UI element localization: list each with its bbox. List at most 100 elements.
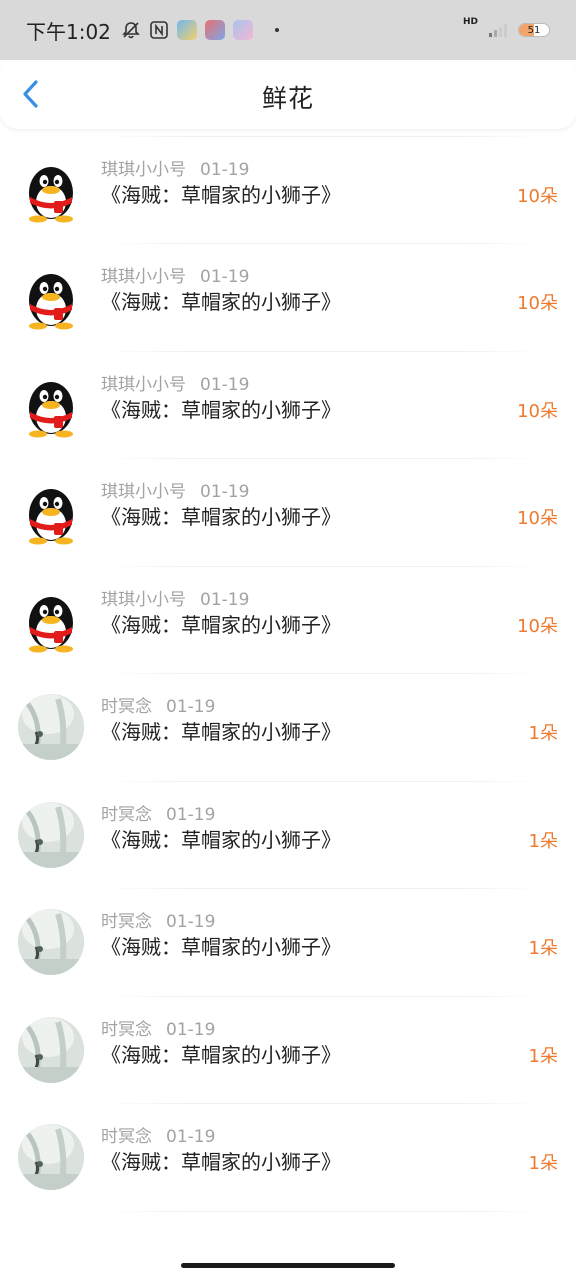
nav-header: 鲜花 bbox=[0, 57, 576, 129]
flower-amount: 10朵 bbox=[517, 508, 558, 529]
flower-record-row[interactable]: 时冥念 01-19 《海贼：草帽家的小狮子》 1朵 bbox=[0, 1104, 576, 1212]
sender-name[interactable]: 琪琪小小号 bbox=[101, 160, 186, 180]
flower-amount: 1朵 bbox=[528, 1045, 558, 1067]
avatar[interactable] bbox=[18, 1016, 84, 1083]
home-indicator[interactable] bbox=[181, 1263, 395, 1268]
book-title[interactable]: 《海贼：草帽家的小狮子》 bbox=[101, 179, 341, 208]
photo-avatar-image bbox=[18, 694, 84, 760]
sender-name[interactable]: 时冥念 bbox=[101, 697, 152, 717]
penguin-avatar-icon bbox=[29, 596, 73, 652]
flower-amount: 1朵 bbox=[528, 1153, 558, 1174]
app-icon-1 bbox=[176, 20, 197, 40]
sender-name[interactable]: 时冥念 bbox=[101, 912, 152, 932]
sender-name[interactable]: 琪琪小小号 bbox=[101, 267, 186, 287]
flower-amount: 10朵 bbox=[517, 400, 558, 422]
flower-record-row[interactable]: 时冥念 01-19 《海贼：草帽家的小狮子》 1朵 bbox=[0, 997, 576, 1104]
book-title[interactable]: 《海贼：草帽家的小狮子》 bbox=[101, 824, 341, 853]
flower-record-row[interactable]: 琪琪小小号 01-19《海贼：草帽家的小狮子》 10朵 bbox=[0, 352, 576, 459]
nfc-icon bbox=[150, 21, 168, 39]
more-notifications-dot bbox=[274, 28, 279, 32]
sender-name[interactable]: 琪琪小小号 bbox=[101, 482, 186, 502]
book-title[interactable]: 《海贼：草帽家的小狮子》 bbox=[101, 286, 341, 315]
app-icon-3 bbox=[232, 20, 253, 40]
sender-name[interactable]: 琪琪小小号 bbox=[101, 375, 186, 395]
flower-amount: 10朵 bbox=[517, 615, 558, 637]
book-title[interactable]: 《海贼：草帽家的小狮子》 bbox=[101, 716, 341, 745]
page-title: 鲜花 bbox=[261, 84, 314, 113]
sender-meta: 琪琪小小号 01-19 bbox=[101, 477, 249, 502]
battery-level: 51 bbox=[527, 25, 541, 36]
penguin-avatar-icon bbox=[29, 381, 73, 437]
send-date: 01-19 bbox=[166, 804, 216, 825]
notification-icons bbox=[121, 20, 279, 40]
send-date: 01-19 bbox=[166, 912, 216, 932]
flower-amount: 1朵 bbox=[528, 723, 558, 744]
penguin-avatar-icon bbox=[29, 166, 73, 222]
flower-record-list: 琪琪小小号 01-19 《海贼：草帽家的小狮子》 10朵 琪琪小小号 01-19 《海贼：… bbox=[0, 29, 576, 1212]
book-title[interactable]: 《海贼：草帽家的小狮子》 bbox=[101, 609, 341, 638]
flower-record-row[interactable]: 琪琪小小号 01-19《海贼：草帽家的小狮子》 10朵 bbox=[0, 137, 576, 244]
book-title[interactable]: 《海贼：草帽家的小狮子》 bbox=[101, 1146, 341, 1175]
send-date: 01-19 bbox=[166, 1127, 216, 1147]
send-date: 01-19 bbox=[166, 1019, 216, 1040]
avatar[interactable] bbox=[18, 909, 84, 975]
book-title[interactable]: 《海贼：草帽家的小狮子》 bbox=[101, 1039, 341, 1068]
flower-amount: 1朵 bbox=[528, 830, 558, 852]
sender-meta: 时冥念 01-19 bbox=[101, 1122, 215, 1147]
sender-name[interactable]: 时冥念 bbox=[101, 1020, 152, 1040]
avatar[interactable] bbox=[18, 372, 84, 438]
status-time: 下午1:02 bbox=[26, 19, 111, 44]
book-title[interactable]: 《海贼：草帽家的小狮子》 bbox=[101, 501, 341, 530]
penguin-avatar-icon bbox=[29, 274, 73, 330]
flower-record-row[interactable]: 时冥念 01-19 《海贼：草帽家的小狮子》 1朵 bbox=[0, 782, 576, 889]
sender-name[interactable]: 琪琪小小号 bbox=[101, 590, 186, 610]
row-divider bbox=[100, 1210, 546, 1212]
system-indicators: HD 51 bbox=[463, 17, 550, 38]
avatar[interactable] bbox=[18, 801, 84, 868]
bell-muted-icon bbox=[121, 22, 140, 39]
photo-avatar-image bbox=[18, 909, 84, 975]
flower-record-row[interactable]: 琪琪小小号 01-19《海贼：草帽家的小狮子》 10朵 bbox=[0, 244, 576, 352]
flower-amount: 10朵 bbox=[517, 185, 558, 207]
avatar[interactable] bbox=[18, 479, 84, 545]
sender-name[interactable]: 时冥念 bbox=[101, 805, 152, 825]
signal-icon bbox=[489, 24, 507, 37]
sender-meta: 时冥念 01-19 bbox=[101, 692, 215, 717]
sender-name[interactable]: 时冥念 bbox=[101, 1127, 152, 1147]
battery-icon: 51 bbox=[518, 23, 550, 37]
flower-record-row[interactable]: 琪琪小小号 01-19《海贼：草帽家的小狮子》 10朵 bbox=[0, 459, 576, 567]
send-date: 01-19 bbox=[200, 267, 250, 287]
avatar[interactable] bbox=[18, 694, 84, 760]
send-date: 01-19 bbox=[200, 159, 250, 180]
avatar[interactable] bbox=[18, 1124, 84, 1190]
sender-meta: 琪琪小小号 01-19 bbox=[101, 155, 249, 180]
photo-avatar-image bbox=[18, 1124, 84, 1190]
hd-indicator: HD bbox=[462, 17, 478, 27]
send-date: 01-19 bbox=[200, 589, 250, 610]
book-title[interactable]: 《海贼：草帽家的小狮子》 bbox=[101, 394, 341, 423]
avatar[interactable] bbox=[18, 264, 84, 330]
status-bar: 下午1:02 HD 51 bbox=[0, 0, 576, 60]
photo-avatar-image bbox=[18, 801, 84, 868]
sender-meta: 时冥念 01-19 bbox=[101, 800, 215, 825]
send-date: 01-19 bbox=[200, 374, 250, 395]
sender-meta: 时冥念 01-19 bbox=[101, 907, 215, 932]
screen: 下午1:02 HD 51 鲜花 琪琪小小号 01-19 《海贼：草帽家的小狮子》… bbox=[0, 0, 576, 1280]
sender-meta: 琪琪小小号 01-19 bbox=[101, 585, 249, 610]
flower-record-row[interactable]: 时冥念 01-19 《海贼：草帽家的小狮子》 1朵 bbox=[0, 674, 576, 782]
app-icon-2 bbox=[204, 20, 225, 40]
sender-meta: 琪琪小小号 01-19 bbox=[101, 370, 249, 395]
send-date: 01-19 bbox=[200, 482, 250, 502]
book-title[interactable]: 《海贼：草帽家的小狮子》 bbox=[101, 931, 341, 960]
avatar[interactable] bbox=[18, 157, 84, 223]
sender-meta: 时冥念 01-19 bbox=[101, 1015, 215, 1040]
photo-avatar-image bbox=[18, 1016, 84, 1083]
flower-record-row[interactable]: 琪琪小小号 01-19《海贼：草帽家的小狮子》 10朵 bbox=[0, 567, 576, 674]
flower-record-row[interactable]: 时冥念 01-19 《海贼：草帽家的小狮子》 1朵 bbox=[0, 889, 576, 997]
send-date: 01-19 bbox=[166, 697, 216, 717]
sender-meta: 琪琪小小号 01-19 bbox=[101, 262, 249, 287]
avatar[interactable] bbox=[18, 587, 84, 653]
flower-amount: 1朵 bbox=[528, 938, 558, 959]
penguin-avatar-icon bbox=[29, 489, 73, 545]
flower-amount: 10朵 bbox=[517, 293, 558, 314]
